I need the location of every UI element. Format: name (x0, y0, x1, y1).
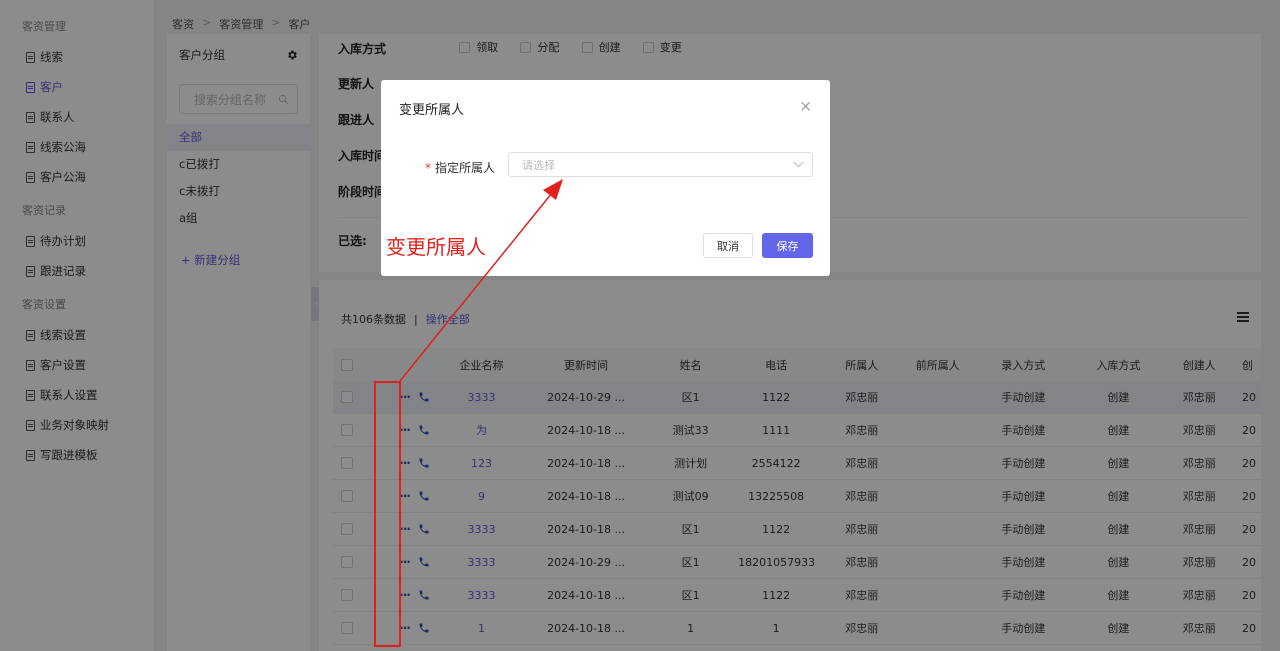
required-mark: * (425, 161, 431, 175)
dialog-title: 变更所属人 (399, 103, 465, 118)
chevron-down-icon (793, 157, 804, 168)
save-button[interactable]: 保存 (762, 233, 813, 258)
cancel-button[interactable]: 取消 (703, 233, 753, 258)
annotation-label: 变更所属人 (386, 235, 486, 259)
close-icon[interactable]: × (799, 97, 812, 115)
owner-select-placeholder: 请选择 (522, 158, 555, 172)
owner-field-label: * 指定所属人 (425, 161, 496, 175)
annotation-highlight-box (374, 381, 401, 647)
owner-select[interactable]: 请选择 (508, 152, 813, 177)
